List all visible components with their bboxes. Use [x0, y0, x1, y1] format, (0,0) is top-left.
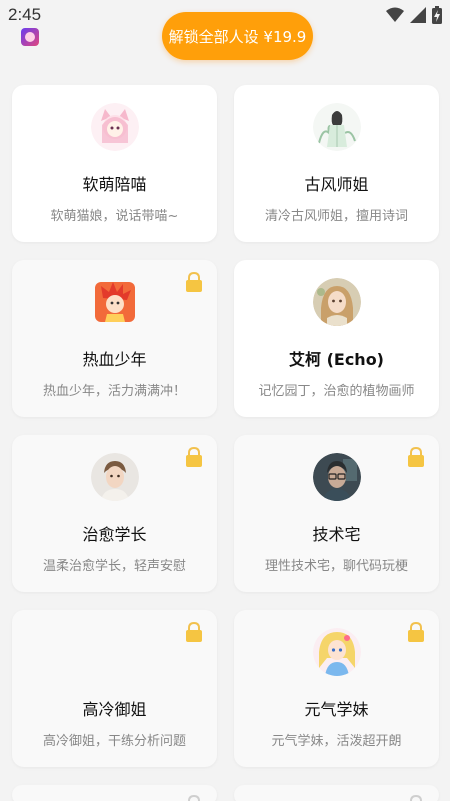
persona-desc: 温柔治愈学长，轻声安慰	[42, 559, 186, 574]
persona-desc: 软萌猫娘，说话带喵~	[50, 209, 179, 224]
lock-icon	[188, 795, 200, 801]
unlock-all-button[interactable]: 解锁全部人设 ¥19.9	[162, 12, 313, 60]
persona-card-partial[interactable]	[234, 785, 439, 801]
lock-icon	[408, 447, 424, 467]
persona-card[interactable]: 元气学妹 元气学妹，活泼超开朗	[234, 610, 439, 767]
persona-card[interactable]: 热血少年 热血少年，活力满满冲！	[12, 260, 217, 417]
persona-desc: 理性技术宅，聊代码玩梗	[264, 559, 408, 574]
lock-icon	[186, 447, 202, 467]
persona-name: 热血少年	[82, 350, 147, 369]
tech-geek-avatar	[313, 453, 361, 501]
persona-desc: 高冷御姐，干练分析问题	[42, 734, 186, 749]
persona-name: 高冷御姐	[82, 700, 147, 719]
battery-icon	[432, 6, 442, 24]
persona-name: 古风师姐	[304, 175, 369, 194]
lock-icon	[186, 272, 202, 292]
persona-card[interactable]: 古风师姐 清冷古风师姐，擅用诗词	[234, 85, 439, 242]
persona-name: 元气学妹	[304, 700, 369, 719]
persona-name: 艾柯 (Echo)	[289, 350, 384, 369]
persona-card[interactable]: 治愈学长 温柔治愈学长，轻声安慰	[12, 435, 217, 592]
cat-girl-avatar	[91, 103, 139, 151]
persona-desc: 记忆园丁，治愈的植物画师	[258, 384, 415, 399]
persona-name: 技术宅	[312, 525, 361, 544]
status-icons	[386, 6, 442, 24]
persona-card[interactable]: 技术宅 理性技术宅，聊代码玩梗	[234, 435, 439, 592]
persona-card-partial[interactable]	[12, 785, 217, 801]
persona-card[interactable]: 软萌陪喵 软萌猫娘，说话带喵~	[12, 85, 217, 242]
gentle-senior-avatar	[91, 453, 139, 501]
app-notification-icon	[21, 28, 39, 46]
echo-avatar	[313, 278, 361, 326]
persona-card[interactable]: 艾柯 (Echo) 记忆园丁，治愈的植物画师	[234, 260, 439, 417]
persona-desc: 元气学妹，活泼超开朗	[271, 734, 402, 749]
persona-name: 软萌陪喵	[82, 175, 147, 194]
lock-icon	[186, 622, 202, 642]
ancient-style-avatar	[313, 103, 361, 151]
status-time: 2:45	[8, 5, 42, 24]
persona-desc: 清冷古风师姐，擅用诗词	[264, 209, 408, 224]
signal-icon	[410, 7, 426, 23]
lock-icon	[410, 795, 422, 801]
wifi-icon	[386, 7, 404, 22]
persona-card[interactable]: 高冷御姐 高冷御姐，干练分析问题	[12, 610, 217, 767]
lock-icon	[408, 622, 424, 642]
hot-blooded-boy-avatar	[91, 278, 139, 326]
persona-desc: 热血少年，活力满满冲！	[42, 384, 186, 399]
energetic-junior-avatar	[313, 628, 361, 676]
persona-name: 治愈学长	[82, 525, 147, 544]
